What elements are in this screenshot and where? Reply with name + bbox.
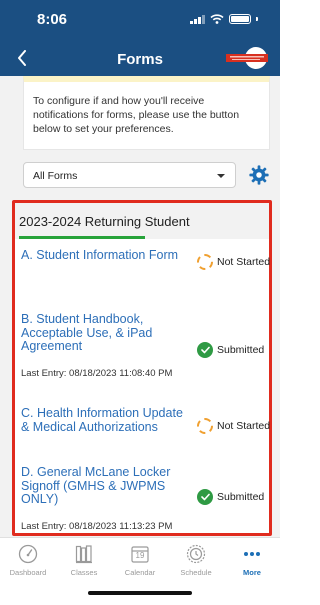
tab-label: More — [243, 568, 261, 577]
form-status-label: Not Started — [217, 256, 271, 268]
last-entry-text: Last Entry: 08/18/2023 11:08:40 PM — [21, 368, 173, 379]
home-indicator[interactable] — [88, 591, 192, 595]
form-status-label: Submitted — [217, 491, 265, 503]
tab-dashboard[interactable]: Dashboard — [0, 538, 56, 586]
wifi-icon — [210, 14, 224, 24]
forms-filter-dropdown[interactable]: All Forms — [23, 162, 236, 188]
section-title: 2023-2024 Returning Student — [19, 214, 190, 229]
form-status: Not Started — [197, 254, 270, 270]
signal-icon — [190, 14, 205, 24]
bottom-tab-bar: Dashboard Classes 19 Calendar Schedule M… — [0, 537, 280, 585]
form-name-link[interactable]: C. Health Information Update & Medical A… — [21, 406, 189, 434]
form-name-link[interactable]: A. Student Information Form — [21, 248, 189, 263]
clock-icon — [184, 543, 208, 565]
school-logo-icon — [226, 47, 268, 69]
form-row[interactable]: B. Student Handbook, Acceptable Use, & i… — [15, 305, 269, 399]
calendar-icon: 19 — [128, 543, 152, 565]
check-circle-icon — [197, 489, 213, 505]
form-row[interactable]: A. Student Information Form Not Started — [15, 239, 270, 305]
section-header: 2023-2024 Returning Student — [15, 203, 269, 239]
form-row[interactable]: C. Health Information Update & Medical A… — [15, 399, 270, 463]
form-status: Submitted — [197, 342, 264, 358]
battery-icon — [229, 14, 251, 24]
tab-label: Classes — [70, 568, 98, 577]
tab-schedule[interactable]: Schedule — [168, 538, 224, 586]
tab-classes[interactable]: Classes — [56, 538, 112, 586]
tab-label: Dashboard — [9, 568, 47, 577]
tab-label: Calendar — [124, 568, 156, 577]
check-circle-icon — [197, 342, 213, 358]
gear-icon[interactable] — [248, 164, 270, 186]
form-name-link[interactable]: D. General McLane Locker Signoff (GMHS &… — [21, 465, 189, 507]
tab-calendar[interactable]: 19 Calendar — [112, 538, 168, 586]
form-status: Submitted — [197, 489, 264, 505]
caret-down-icon — [217, 174, 225, 178]
books-icon — [72, 543, 96, 565]
status-icons — [190, 14, 258, 24]
tab-label: Schedule — [180, 568, 212, 577]
status-time: 8:06 — [37, 11, 68, 28]
form-status-label: Not Started — [217, 420, 271, 432]
form-status: Not Started — [197, 418, 270, 434]
battery-nub — [256, 17, 258, 21]
notice-text: To configure if and how you'll receive n… — [33, 95, 240, 135]
main-content: To configure if and how you'll receive n… — [0, 76, 280, 537]
not-started-icon — [197, 254, 213, 270]
form-name-link[interactable]: B. Student Handbook, Acceptable Use, & i… — [21, 312, 189, 354]
tab-more[interactable]: More — [224, 538, 280, 586]
notification-notice: To configure if and how you'll receive n… — [23, 76, 270, 150]
not-started-icon — [197, 418, 213, 434]
forms-panel: 2023-2024 Returning Student A. Student I… — [12, 200, 272, 536]
form-status-label: Submitted — [217, 344, 265, 356]
more-dots-icon — [240, 543, 264, 565]
last-entry-text: Last Entry: 08/18/2023 11:13:23 PM — [21, 521, 173, 532]
filter-selected-value: All Forms — [33, 170, 78, 182]
gauge-icon — [16, 543, 40, 565]
nav-bar: Forms — [0, 40, 280, 76]
home-bar — [0, 585, 280, 605]
calendar-day: 19 — [135, 551, 145, 560]
status-bar: 8:06 — [0, 0, 280, 40]
form-row[interactable]: D. General McLane Locker Signoff (GMHS &… — [15, 463, 269, 535]
